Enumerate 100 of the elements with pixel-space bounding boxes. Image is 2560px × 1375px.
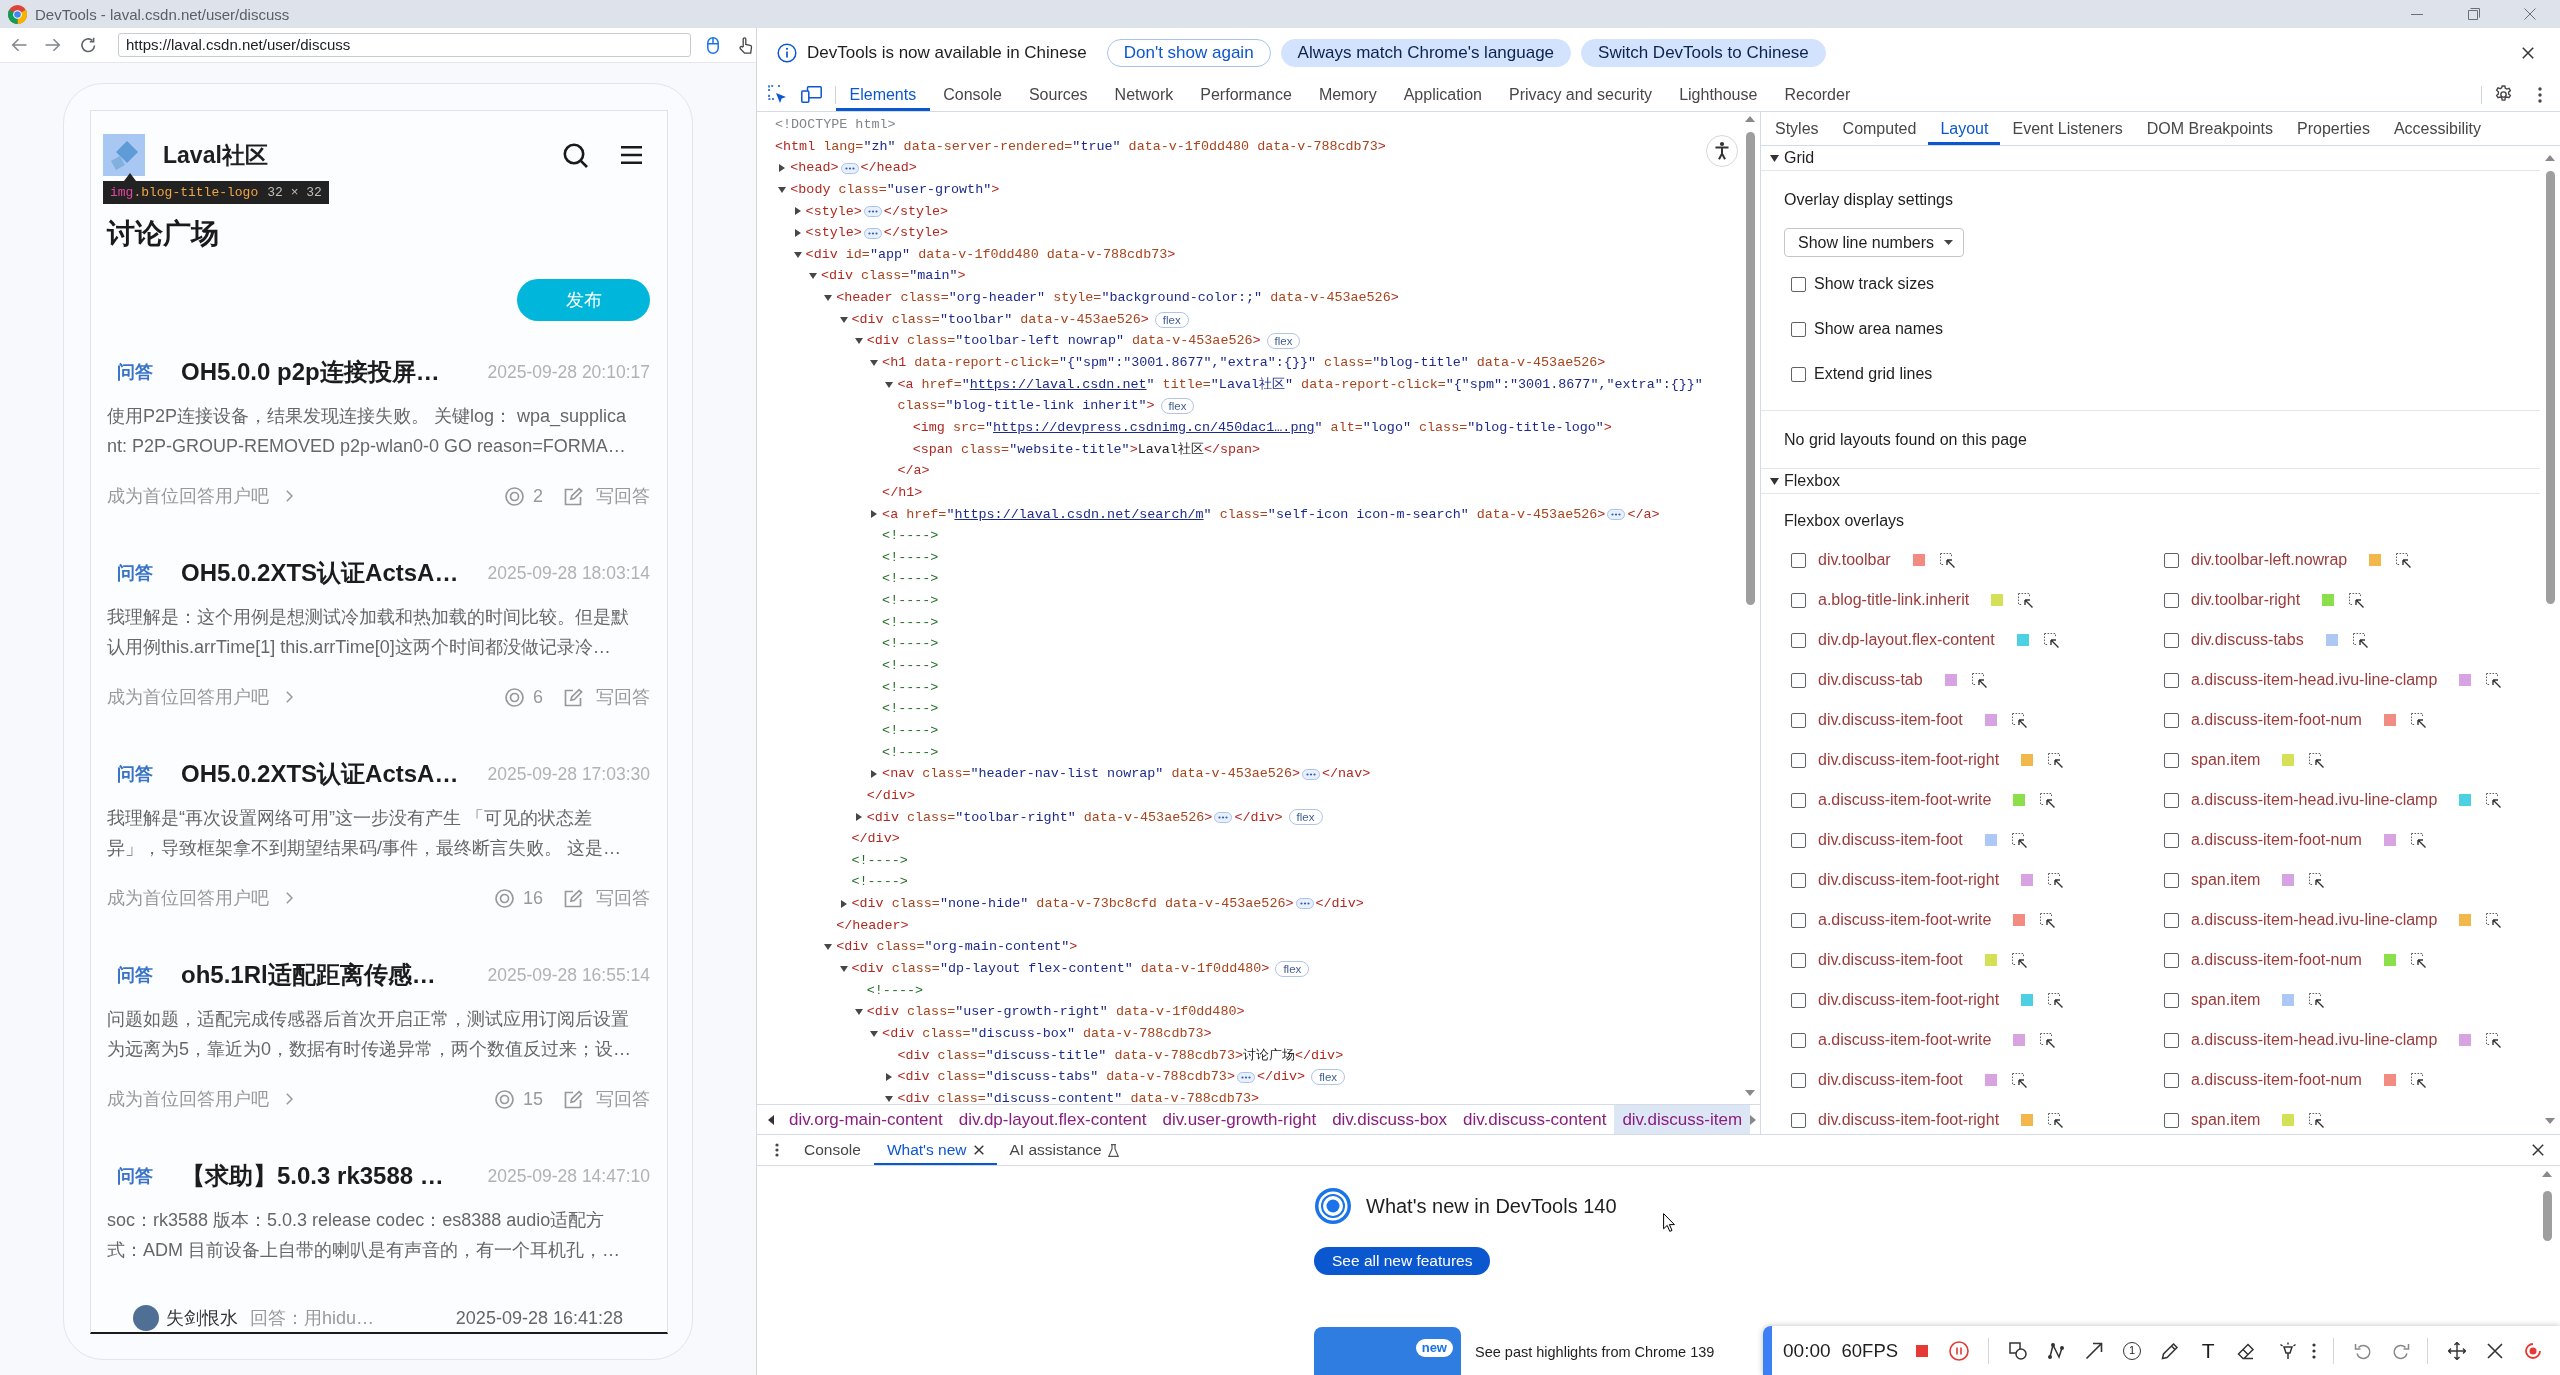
checkbox[interactable] [1791,752,1806,768]
box-arrow-icon[interactable] [2011,1072,2027,1088]
dom-node[interactable]: <!----> [851,871,908,894]
close-icon[interactable] [2522,47,2534,59]
dom-node[interactable]: <img src="https://devpress.csdnimg.cn/450dac1….png" alt="logo" class="blog-title-logo"> [912,416,1612,439]
dom-node[interactable]: <div class="user-growth-right" data-v-1f0dd480> [866,1001,1245,1023]
panel-tab[interactable]: Application [1390,78,1496,111]
path-icon[interactable] [2047,1341,2066,1360]
box-arrow-icon[interactable] [2396,552,2412,568]
dom-node[interactable]: <div class="discuss-content" data-v-788cdb73> [897,1087,1260,1104]
triangle-right-icon[interactable] [871,770,878,779]
arrow-icon[interactable] [2085,1341,2104,1360]
color-swatch[interactable] [2459,1034,2472,1046]
post-title[interactable]: OH5.0.2XTS认证ActsA… [181,758,459,790]
triangle-right-icon[interactable] [794,229,801,237]
box-arrow-icon[interactable] [2011,712,2027,728]
flex-container-label[interactable]: a.discuss-item-head.ivu-line-clamp [2191,791,2438,809]
forward-icon[interactable] [45,38,61,52]
color-swatch[interactable] [2325,634,2338,646]
flex-container-label[interactable]: div.toolbar [1818,551,1891,569]
text-tool[interactable]: T [2199,1340,2218,1361]
triangle-down-icon[interactable] [870,359,879,366]
checkbox[interactable] [1791,832,1806,848]
sidebar-tab[interactable]: Computed [1830,112,1929,145]
triangle-down-icon[interactable] [854,338,863,345]
scroll-up-icon[interactable] [2545,155,2555,161]
minimize-icon[interactable] [2411,13,2423,15]
dom-node[interactable]: <body class="user-growth"> [790,178,1000,201]
color-swatch[interactable] [2021,754,2034,766]
dom-node[interactable]: </div> [851,828,900,850]
dom-node[interactable]: <div id="app" data-v-1f0dd480 data-v-788cdb73> [805,243,1176,266]
flex-badge[interactable]: flex [1288,809,1323,826]
infobar-button[interactable]: Don't show again [1106,39,1271,67]
chevron-right-icon[interactable] [286,490,293,502]
breadcrumb[interactable]: div.discuss-content [1455,1105,1615,1134]
box-arrow-icon[interactable] [2309,872,2325,888]
checkbox[interactable] [1791,1072,1806,1088]
pencil-icon[interactable] [2161,1341,2180,1360]
drag-handle[interactable] [1763,1326,1772,1375]
flex-container-label[interactable]: div.discuss-item-foot-right [1818,991,2000,1009]
checkbox[interactable] [1791,632,1806,648]
panel-tab[interactable]: Console [929,78,1016,111]
flex-badge[interactable]: flex [1154,311,1189,328]
color-swatch[interactable] [1944,674,1957,686]
inspect-icon[interactable] [768,85,787,104]
box-arrow-icon[interactable] [2486,1032,2502,1048]
site-title[interactable]: Laval社区 [163,139,268,171]
checkbox[interactable] [2164,872,2179,888]
color-swatch[interactable] [2013,914,2026,926]
triangle-down-icon[interactable] [1770,477,1779,485]
edit-icon[interactable] [564,888,583,908]
checkbox[interactable] [1791,1112,1806,1128]
drawer-tab[interactable]: Console [791,1135,874,1165]
edit-icon[interactable] [564,1089,583,1109]
ellipsis-icon[interactable] [863,227,882,239]
checkbox[interactable] [2164,752,2179,768]
dom-node[interactable]: <nav class="header-nav-list nowrap" data-v-453ae526> [882,763,1300,785]
box-arrow-icon[interactable] [2048,752,2064,768]
checkbox[interactable] [2164,672,2179,688]
close-icon[interactable] [2532,1144,2544,1156]
checkbox[interactable] [1791,712,1806,728]
flex-container-label[interactable]: a.discuss-item-foot-num [2191,711,2362,729]
dom-node[interactable]: <div class="toolbar-right" data-v-453ae526> [866,806,1213,829]
color-swatch[interactable] [1984,954,1997,966]
color-swatch[interactable] [2383,1074,2396,1086]
scroll-up-icon[interactable] [2542,1171,2552,1177]
flex-container-label[interactable]: div.discuss-item-foot-right [1818,1111,2000,1129]
checkbox[interactable] [1791,792,1806,808]
dom-node[interactable]: class="blog-title-link inherit"> [897,395,1155,417]
box-arrow-icon[interactable] [2349,592,2365,608]
scrollbar-thumb[interactable] [1746,132,1755,605]
triangle-right-icon[interactable] [855,813,862,822]
eraser-icon[interactable] [2237,1341,2256,1360]
flex-container-label[interactable]: div.toolbar-right [2191,591,2301,609]
triangle-down-icon[interactable] [885,1095,894,1102]
color-swatch[interactable] [2459,794,2472,806]
triangle-down-icon[interactable] [808,273,817,280]
edit-icon[interactable] [564,687,583,707]
scrollbar-thumb[interactable] [2543,1191,2552,1241]
box-arrow-icon[interactable] [2410,1072,2426,1088]
box-arrow-icon[interactable] [2486,672,2502,688]
triangle-down-icon[interactable] [1770,154,1779,162]
checkbox[interactable] [2164,1032,2179,1048]
drawer-tab[interactable]: What's new [873,1135,997,1165]
box-arrow-icon[interactable] [2018,592,2034,608]
color-swatch[interactable] [2282,874,2295,886]
ellipsis-icon[interactable] [1214,811,1233,823]
dom-node[interactable]: <!----> [882,525,939,547]
color-swatch[interactable] [1912,554,1925,566]
box-arrow-icon[interactable] [2410,952,2426,968]
color-swatch[interactable] [2282,1114,2295,1126]
color-swatch[interactable] [2383,954,2396,966]
checkbox[interactable] [2164,1072,2179,1088]
box-arrow-icon[interactable] [2011,832,2027,848]
color-swatch[interactable] [2369,554,2382,566]
triangle-down-icon[interactable] [824,294,833,301]
reload-icon[interactable] [80,37,96,53]
dom-node[interactable]: <div class="discuss-box" data-v-788cdb73> [882,1022,1212,1045]
scroll-up-icon[interactable] [1745,116,1755,122]
breadcrumb[interactable]: div.discuss-box [1324,1105,1456,1134]
